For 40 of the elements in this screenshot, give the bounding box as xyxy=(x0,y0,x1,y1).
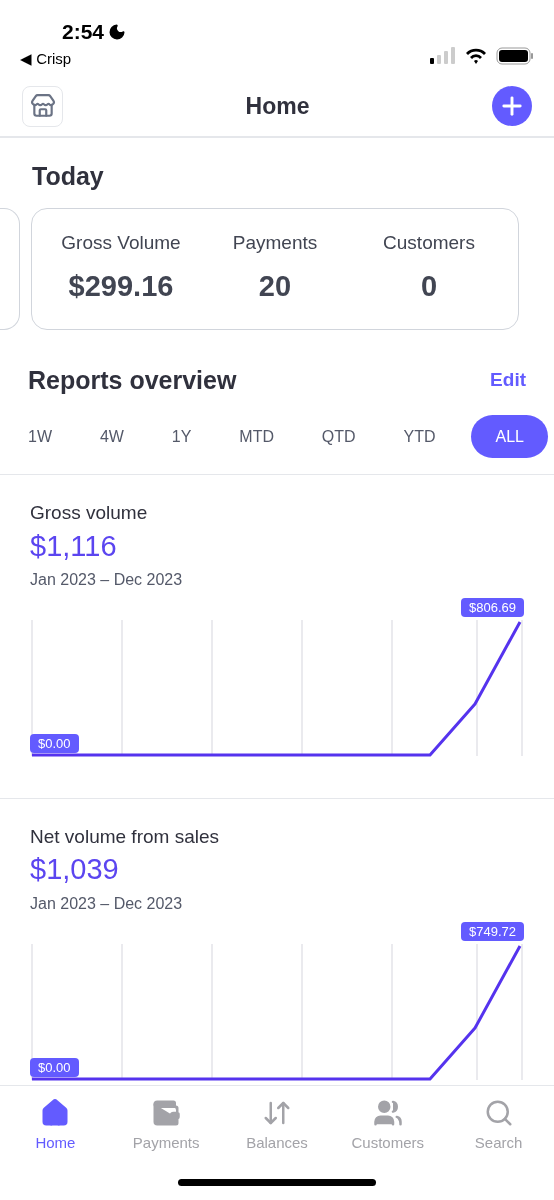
wallet-icon xyxy=(151,1098,182,1128)
chart-title: Net volume from sales xyxy=(30,824,220,849)
chart-title: Gross volume xyxy=(30,501,149,525)
stat-label: Payments xyxy=(232,230,318,255)
moon-icon xyxy=(108,22,127,41)
section-title: Reports overview xyxy=(28,364,237,396)
period-tab[interactable]: 1W xyxy=(16,415,64,458)
start-value-label: $0.00 xyxy=(30,1057,79,1077)
stat-value: $299.16 xyxy=(68,269,174,304)
section-title: Today xyxy=(31,161,105,192)
stat-value: 20 xyxy=(258,269,292,304)
battery-icon xyxy=(496,47,534,65)
wifi-icon xyxy=(464,47,488,65)
date-range: Jan 2023 – Dec 2023 xyxy=(30,893,184,914)
store-icon xyxy=(29,93,56,119)
add-button[interactable] xyxy=(492,86,532,126)
stat-label: Gross Volume xyxy=(61,230,181,255)
start-value-label: $0.00 xyxy=(30,733,79,754)
home-icon xyxy=(40,1098,71,1128)
page-title: Home xyxy=(245,91,310,121)
edit-link[interactable]: Edit xyxy=(490,366,526,395)
stat-value: 0 xyxy=(420,269,438,304)
signal-icon xyxy=(430,47,456,65)
period-tab[interactable]: MTD xyxy=(227,415,286,458)
end-value-label: $806.69 xyxy=(461,597,524,618)
clock-time: 2:54 xyxy=(62,19,105,45)
period-tab[interactable]: YTD xyxy=(391,415,448,458)
chart-total: $1,116 xyxy=(30,528,118,564)
back-link[interactable]: ◀ Crisp xyxy=(20,47,127,70)
end-value-label: $749.72 xyxy=(461,921,524,941)
date-range: Jan 2023 – Dec 2023 xyxy=(30,569,184,590)
store-button[interactable] xyxy=(22,85,63,127)
period-tab[interactable]: ALL xyxy=(471,415,548,458)
period-tab[interactable]: 1Y xyxy=(159,415,204,458)
people-icon xyxy=(372,1098,403,1128)
stat-label: Customers xyxy=(383,230,475,255)
chart-total: $1,039 xyxy=(30,852,120,888)
period-tab[interactable]: 4W xyxy=(87,415,136,458)
tab-bar-item[interactable]: Home xyxy=(0,1098,111,1155)
period-tab[interactable]: QTD xyxy=(309,415,368,458)
